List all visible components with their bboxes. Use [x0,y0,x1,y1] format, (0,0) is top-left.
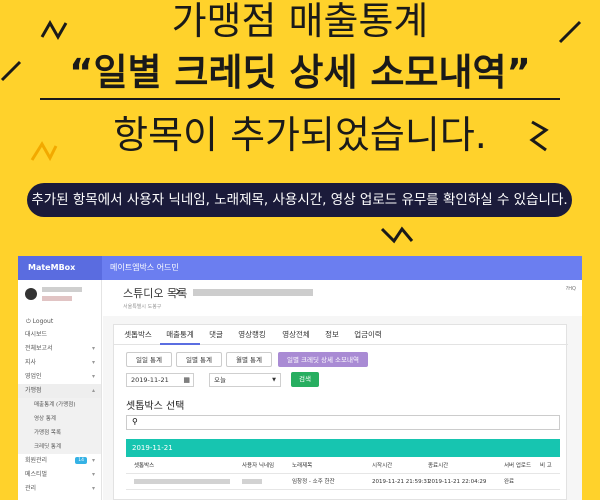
chevron-right-icon: › [175,282,181,300]
sidebar-item-sales-rep[interactable]: 영업인 ▾ [18,370,101,384]
sidebar-item-members[interactable]: 회원관리 14 ▾ [18,454,101,468]
date-value: 2019-11-21 [131,376,169,384]
chevron-down-icon: ▾ [91,359,95,366]
brand-logo[interactable]: MateMBox [18,256,102,280]
sidebar-item-label: 대시보드 [25,331,48,338]
song-title: 임창정 - 소주 한잔 [292,479,335,485]
sidebar-item-label: 영업인 [25,373,42,380]
period-select[interactable]: 오늘 ▼ [209,373,281,387]
sidebar-item-manage[interactable]: 관리 ▾ [18,482,101,496]
headline-line3: 항목이 추가되었습니다. [113,113,487,157]
period-select-value: 오늘 [214,376,226,384]
sidebar-item-dashboard[interactable]: 대시보드 [18,328,101,342]
column-header: 종료시간 [428,463,449,469]
search-input[interactable]: ⚲ [126,415,560,430]
column-header: 비 고 [540,463,552,469]
sidebar-subitem-sales-stats[interactable]: 매출통계 (가맹점) [18,398,101,412]
sidebar-item-branch[interactable]: 지사 ▾ [18,356,101,370]
nickname-blurred [242,474,262,490]
chevron-down-icon: ▾ [91,457,95,464]
date-group-header: 2019-11-21 [126,439,560,457]
calendar-icon[interactable]: ▦ [183,374,190,386]
main-content: 스튜디오 목록 › 서울특별시 도봉구 ?HQ 셋톱박스 매출통계 댓글 영상랭… [103,280,582,500]
sidebar-item-franchise[interactable]: 가맹점 ▴ [18,384,101,398]
sidebar-item-festival[interactable]: 메스티벌 ▾ [18,468,101,482]
section-title: 셋톱박스 선택 [126,401,185,412]
subtab-monthly-stats[interactable]: 월별 통계 [226,352,272,367]
user-name-blurred [42,287,82,292]
search-button[interactable]: 검색 [291,372,319,387]
breadcrumb-right: ?HQ [565,286,576,292]
chevron-down-icon: ▾ [91,485,95,492]
sidebar-item-label: 관리 [25,485,37,492]
logout-link[interactable]: ⏻ Logout [26,318,53,326]
studio-name-blurred [193,289,313,296]
headline-underline [40,98,560,100]
tab-payment-history[interactable]: 업금이력 [348,325,388,345]
tab-comments[interactable]: 댓글 [204,325,228,345]
chevron-up-icon: ▴ [91,387,95,394]
filter-row: 2019-11-21 ▦ 오늘 ▼ 검색 [126,372,566,389]
tab-settopbox[interactable]: 셋톱박스 [120,325,156,345]
breadcrumb: 스튜디오 목록 › 서울특별시 도봉구 ?HQ [103,280,582,316]
tab-sales-stats[interactable]: 매출통계 [160,325,200,345]
avatar[interactable] [25,288,37,300]
subtab-credit-detail[interactable]: 일별 크레딧 상세 소모내역 [278,352,368,367]
tab-info[interactable]: 정보 [320,325,344,345]
sidebar-item-label: 크레딧 통계 [34,444,62,450]
tab-bar: 셋톱박스 매출통계 댓글 영상랭킹 영상전체 정보 업금이력 [114,325,568,345]
column-header: 노래제목 [292,463,313,469]
app-title: 메이트엠박스 어드민 [110,263,179,272]
sidebar-item-label: 전체보고서 [25,345,53,352]
start-time: 2019-11-21 21:59:31 [372,479,431,485]
column-header: 사용자 닉네임 [242,463,275,469]
decor-zigzag-icon [380,226,414,244]
sidebar-item-label: 회원관리 [25,457,48,464]
headline-line2: “일별 크레딧 상세 소모내역” [69,51,531,94]
settopbox-name-blurred [134,474,230,490]
sidebar-item-label: 메스티벌 [25,471,48,478]
sidebar-item-label: 가맹점 목록 [34,430,62,436]
sidebar-subitem-credit-stats[interactable]: 크레딧 통계 [18,440,101,454]
chevron-down-icon: ▼ [272,377,276,383]
column-header: 서버 업로드 [504,463,532,469]
logout-label: Logout [32,318,54,325]
user-role-blurred [42,296,72,301]
user-profile: ⏻ Logout [18,280,101,328]
column-header: 시작시간 [372,463,393,469]
usage-table: 셋톱박스 사용자 닉네임 노래제목 시작시간 종료시간 서버 업로드 비 고 임… [126,458,560,490]
table-header: 셋톱박스 사용자 닉네임 노래제목 시작시간 종료시간 서버 업로드 비 고 [126,458,560,474]
subtab-daily-stats[interactable]: 일일 통계 [126,352,172,367]
notice-banner: 추가된 항목에서 사용자 닉네임, 노래제목, 사용시간, 영상 업로드 유무를… [27,183,572,217]
sidebar-item-label: 가맹점 [25,387,42,394]
chevron-down-icon: ▾ [91,471,95,478]
chevron-down-icon: ▾ [91,345,95,352]
subtab-by-day-stats[interactable]: 일별 통계 [176,352,222,367]
sidebar-item-label: 영상 통계 [34,416,56,422]
stats-panel: 셋톱박스 매출통계 댓글 영상랭킹 영상전체 정보 업금이력 일일 통계 일별 … [113,324,568,500]
end-time: 2019-11-21 22:04:29 [428,479,487,485]
tab-video-ranking[interactable]: 영상랭킹 [232,325,272,345]
count-badge: 14 [75,457,87,464]
power-icon: ⏻ [26,318,31,325]
sidebar-subitem-video-stats[interactable]: 영상 통계 [18,412,101,426]
headline-line1: 가맹점 매출통계 [171,0,429,43]
date-input[interactable]: 2019-11-21 ▦ [126,373,194,387]
sidebar: ⏻ Logout 대시보드 전체보고서 ▾ 지사 ▾ 영업인 ▾ 가맹점 ▴ 매출통계 … [18,280,102,500]
sidebar-item-label: 지사 [25,359,37,366]
column-header: 셋톱박스 [134,463,155,469]
sidebar-item-label: 매출통계 (가맹점) [34,402,76,408]
sidebar-item-reports[interactable]: 전체보고서 ▾ [18,342,101,356]
breadcrumb-subtitle: 서울특별시 도봉구 [123,304,162,310]
top-bar: MateMBox 메이트엠박스 어드민 [18,256,582,280]
tab-all-videos[interactable]: 영상전체 [276,325,316,345]
search-icon: ⚲ [132,417,138,426]
upload-status: 완료 [504,479,515,485]
sidebar-subitem-franchise-list[interactable]: 가맹점 목록 [18,426,101,440]
admin-screenshot: MateMBox 메이트엠박스 어드민 ⏻ Logout 대시보드 전체보고서 ▾… [18,256,582,500]
table-row[interactable]: 임창정 - 소주 한잔 2019-11-21 21:59:31 2019-11-… [126,474,560,490]
chevron-down-icon: ▾ [91,373,95,380]
